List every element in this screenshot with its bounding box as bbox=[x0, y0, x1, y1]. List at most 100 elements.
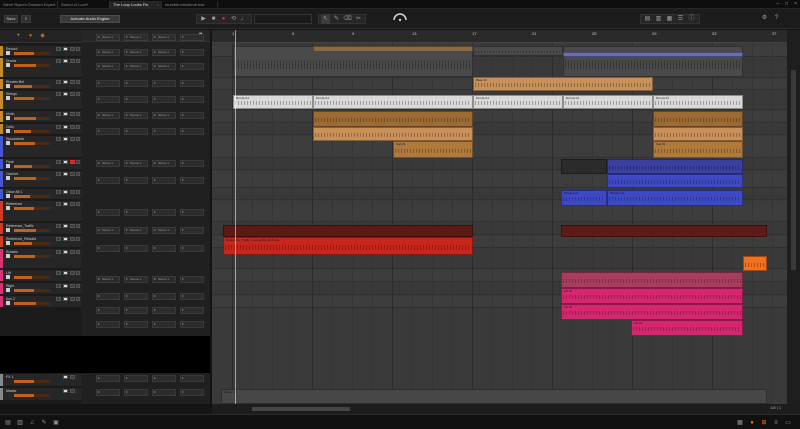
monitor-button[interactable] bbox=[76, 172, 80, 176]
clip-slot[interactable] bbox=[152, 80, 176, 87]
solo-button[interactable] bbox=[63, 80, 68, 84]
track-header[interactable]: Flute bbox=[0, 159, 82, 170]
solo-button[interactable] bbox=[63, 137, 68, 141]
clip-slot[interactable] bbox=[96, 245, 120, 252]
track-name[interactable]: Reference_Traffic bbox=[6, 224, 54, 228]
arranger-clip[interactable] bbox=[313, 127, 473, 141]
track-name[interactable]: Sustain bbox=[6, 250, 54, 254]
volume-fader[interactable] bbox=[14, 302, 50, 305]
monitor-button[interactable] bbox=[76, 137, 80, 141]
clip-slot[interactable] bbox=[96, 80, 120, 87]
track-name[interactable]: Reference bbox=[6, 202, 54, 206]
volume-fader[interactable] bbox=[14, 165, 50, 168]
monitor-button[interactable] bbox=[76, 202, 80, 206]
record-icon[interactable]: ● bbox=[219, 15, 228, 24]
clip-slot[interactable]: Scene 1 bbox=[96, 276, 120, 283]
clip-slot[interactable] bbox=[180, 96, 204, 103]
volume-fader[interactable] bbox=[14, 64, 50, 67]
arm-button[interactable] bbox=[70, 160, 75, 164]
arranger-clip[interactable]: Reference_Traffic - Loose Mix Vol.5.wav bbox=[223, 237, 473, 255]
clip-slot[interactable]: Scene 1 bbox=[124, 160, 148, 167]
menu-button[interactable]: ≡ bbox=[21, 15, 31, 23]
solo-button[interactable] bbox=[63, 92, 68, 96]
arm-button[interactable] bbox=[70, 224, 75, 228]
arm-button[interactable] bbox=[70, 202, 75, 206]
mix-view-icon[interactable]: ▥ bbox=[654, 15, 663, 24]
monitor-button[interactable] bbox=[76, 80, 80, 84]
tab-project-1[interactable]: Steve Ryan's Omnium Expert bbox=[0, 1, 58, 8]
clip-slot[interactable] bbox=[152, 293, 176, 300]
fx-track-header[interactable]: Master bbox=[0, 388, 82, 401]
clip-slot[interactable]: Scene 1 bbox=[124, 276, 148, 283]
mute-button[interactable] bbox=[56, 59, 61, 63]
track-name[interactable]: Rhodes Bel bbox=[6, 80, 54, 84]
browser-icon[interactable]: ☰ bbox=[676, 15, 685, 24]
clip-slot[interactable] bbox=[180, 34, 204, 41]
tab-project-4[interactable]: mumble-brickbrub.bwt bbox=[162, 1, 218, 8]
clip-slot[interactable] bbox=[96, 375, 120, 382]
horizontal-scrollbar[interactable] bbox=[212, 404, 800, 414]
track-name[interactable]: FX 1 bbox=[6, 375, 54, 379]
volume-fader[interactable] bbox=[14, 130, 50, 133]
clip-slot[interactable] bbox=[96, 96, 120, 103]
mute-button[interactable] bbox=[56, 271, 61, 275]
clip-slot[interactable]: Scene 1 bbox=[152, 160, 176, 167]
monitor-button[interactable] bbox=[76, 297, 80, 301]
volume-fader[interactable] bbox=[14, 394, 50, 397]
track-header[interactable]: Record bbox=[0, 46, 82, 57]
arranger-clip[interactable]: Drums 01 bbox=[563, 95, 653, 109]
loop-icon[interactable]: ⟲ bbox=[229, 15, 238, 24]
timeline-ruler[interactable]: 1 5 9 13 17 21 25 29 33 37 bbox=[212, 30, 787, 43]
solo-button[interactable] bbox=[63, 284, 68, 288]
monitor-button[interactable] bbox=[76, 125, 80, 129]
clip-slot[interactable] bbox=[96, 128, 120, 135]
solo-button[interactable] bbox=[63, 375, 68, 379]
clip-slot[interactable] bbox=[152, 375, 176, 382]
track-header[interactable]: Cello bbox=[0, 124, 82, 135]
arranger-clip[interactable] bbox=[561, 225, 767, 237]
clip-slot[interactable] bbox=[180, 307, 204, 314]
arm-button[interactable] bbox=[70, 80, 75, 84]
clip-slot[interactable] bbox=[152, 96, 176, 103]
clip-slot[interactable] bbox=[124, 177, 148, 184]
maximize-icon[interactable]: □ bbox=[785, 1, 788, 8]
arranger-clip[interactable]: Rhodes 01 bbox=[607, 190, 743, 206]
track-header[interactable]: Woodwinds bbox=[0, 136, 82, 158]
clip-slot[interactable] bbox=[152, 245, 176, 252]
clip-slot[interactable]: Scene 1 bbox=[124, 112, 148, 119]
track-header[interactable]: Right bbox=[0, 283, 82, 295]
track-name[interactable]: Clarinet bbox=[6, 172, 54, 176]
arm-button[interactable] bbox=[70, 125, 75, 129]
arm-button[interactable] bbox=[70, 137, 75, 141]
arm-button[interactable] bbox=[70, 284, 75, 288]
clip-slot[interactable] bbox=[180, 112, 204, 119]
volume-fader[interactable] bbox=[14, 276, 50, 279]
arranger-clip[interactable] bbox=[653, 111, 743, 127]
arranger-clip[interactable]: Master 01 bbox=[221, 389, 767, 404]
clip-slot[interactable] bbox=[152, 128, 176, 135]
monitor-button[interactable] bbox=[76, 224, 80, 228]
track-name[interactable]: Record bbox=[6, 47, 54, 51]
arranger-clip[interactable]: Drums 01 bbox=[653, 95, 743, 109]
track-name[interactable]: Oboe Alt 1 bbox=[6, 190, 54, 194]
vertical-scrollbar[interactable] bbox=[787, 30, 800, 404]
clip-slot[interactable] bbox=[96, 389, 120, 396]
volume-fader[interactable] bbox=[14, 85, 50, 88]
monitor-button[interactable] bbox=[76, 190, 80, 194]
inspector-icon[interactable]: ⓘ bbox=[687, 15, 696, 24]
clip-slot[interactable] bbox=[152, 321, 176, 328]
arm-button[interactable] bbox=[70, 250, 75, 254]
volume-fader[interactable] bbox=[14, 177, 50, 180]
clip-slot[interactable] bbox=[180, 245, 204, 252]
arm-button[interactable] bbox=[70, 375, 75, 379]
arranger-clip[interactable]: Sad 01 bbox=[653, 141, 743, 158]
track-header[interactable]: Sustain bbox=[0, 249, 82, 269]
mute-button[interactable] bbox=[56, 250, 61, 254]
activate-audio-engine-button[interactable]: Activate Audio Engine bbox=[60, 15, 120, 23]
mute-button[interactable] bbox=[56, 160, 61, 164]
pointer-tool-icon[interactable]: ↖ bbox=[321, 15, 330, 24]
clip-slot[interactable] bbox=[152, 307, 176, 314]
monitor-button[interactable] bbox=[76, 92, 80, 96]
arm-button[interactable] bbox=[70, 297, 75, 301]
arranger-clip[interactable]: Lift 01 bbox=[631, 320, 743, 336]
